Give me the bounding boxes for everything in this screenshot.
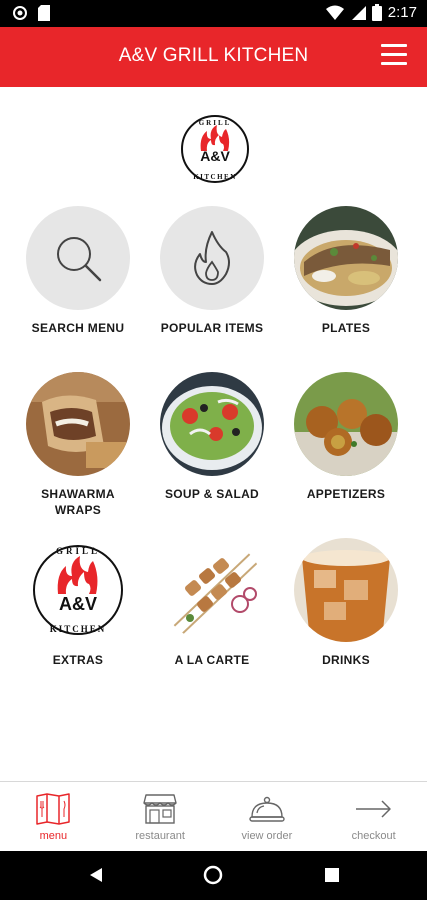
tile-photo bbox=[294, 538, 398, 642]
home-icon[interactable] bbox=[203, 865, 223, 885]
tile-image bbox=[26, 206, 130, 310]
tile-photo bbox=[294, 206, 398, 310]
tile-label: A LA CARTE bbox=[174, 653, 250, 667]
tile-image: A&V GRILL KITCHEN bbox=[26, 538, 130, 642]
tile-label: SOUP & SALAD bbox=[164, 487, 260, 501]
wifi-icon bbox=[325, 5, 344, 20]
signal-icon bbox=[351, 5, 366, 20]
logo-top-text: GRILL bbox=[56, 546, 100, 556]
recents-icon[interactable] bbox=[325, 868, 339, 882]
logo-mark: A&V bbox=[200, 148, 230, 164]
brand-logo: A&V GRILL KITCHEN bbox=[179, 113, 251, 185]
app-bar: A&V GRILL KITCHEN bbox=[0, 27, 427, 87]
tile-image bbox=[160, 206, 264, 310]
tile-appetizers[interactable]: APPETIZERS bbox=[276, 372, 416, 502]
logo-bottom-text: KITCHEN bbox=[50, 624, 107, 634]
logo-top-text: GRILL bbox=[199, 119, 232, 127]
status-time: 2:17 bbox=[387, 4, 417, 21]
tile-popular-items[interactable]: POPULAR ITEMS bbox=[142, 206, 282, 336]
tile-a-la-carte[interactable]: A LA CARTE bbox=[142, 538, 282, 668]
tile-photo bbox=[294, 372, 398, 476]
tile-shawarma-wraps[interactable]: SHAWARMA WRAPS bbox=[8, 372, 148, 518]
salad-photo bbox=[160, 372, 264, 476]
nav-menu[interactable]: menu bbox=[0, 782, 107, 851]
search-icon bbox=[57, 237, 102, 282]
sd-card-icon bbox=[38, 5, 50, 21]
nav-label: view order bbox=[241, 830, 293, 842]
logo-bottom-text: KITCHEN bbox=[193, 173, 237, 181]
tile-extras[interactable]: A&V GRILL KITCHEN EXTRAS bbox=[8, 538, 148, 668]
logo-mark: A&V bbox=[59, 594, 97, 614]
tile-label: PLATES bbox=[321, 321, 371, 335]
tile-photo bbox=[160, 372, 264, 476]
tile-search-menu[interactable]: SEARCH MENU bbox=[8, 206, 148, 336]
tile-photo bbox=[160, 538, 264, 642]
tile-label: APPETIZERS bbox=[306, 487, 386, 501]
hamburger-line bbox=[381, 44, 407, 47]
appetizers-photo bbox=[294, 372, 398, 476]
flame-icon bbox=[194, 231, 230, 285]
tile-label: EXTRAS bbox=[52, 653, 104, 667]
notification-circle-icon bbox=[13, 6, 27, 20]
nav-label: restaurant bbox=[135, 830, 185, 842]
tile-soup-salad[interactable]: SOUP & SALAD bbox=[142, 372, 282, 502]
drinks-photo bbox=[294, 538, 398, 642]
nav-label: checkout bbox=[351, 830, 396, 842]
nav-restaurant[interactable]: restaurant bbox=[107, 782, 214, 851]
tile-plates[interactable]: PLATES bbox=[276, 206, 416, 336]
hamburger-line bbox=[381, 62, 407, 65]
nav-label: menu bbox=[39, 830, 68, 842]
tile-label: SEARCH MENU bbox=[31, 321, 125, 335]
tile-label: DRINKS bbox=[322, 653, 370, 667]
kebab-photo bbox=[169, 547, 261, 637]
nav-view-order[interactable]: view order bbox=[214, 782, 321, 851]
storefront-icon bbox=[143, 794, 177, 824]
system-navigation-bar bbox=[0, 851, 427, 900]
battery-icon bbox=[371, 4, 382, 21]
tile-label: POPULAR ITEMS bbox=[160, 321, 264, 335]
plates-photo bbox=[294, 206, 398, 310]
status-bar: 2:17 bbox=[0, 0, 427, 27]
cloche-icon bbox=[249, 796, 285, 822]
hamburger-menu-button[interactable] bbox=[381, 44, 407, 66]
extras-logo-icon: A&V GRILL KITCHEN bbox=[33, 545, 123, 635]
page-title: A&V GRILL KITCHEN bbox=[118, 45, 309, 66]
tile-photo bbox=[26, 372, 130, 476]
hamburger-line bbox=[381, 53, 407, 56]
shawarma-photo bbox=[26, 372, 130, 476]
tile-drinks[interactable]: DRINKS bbox=[276, 538, 416, 668]
tile-label: SHAWARMA WRAPS bbox=[41, 487, 115, 517]
back-icon[interactable] bbox=[88, 867, 104, 883]
arrow-right-icon bbox=[355, 800, 391, 818]
menu-book-icon bbox=[36, 793, 71, 825]
bottom-navigation: menu restaurant view order checkout bbox=[0, 781, 427, 851]
nav-checkout[interactable]: checkout bbox=[320, 782, 427, 851]
